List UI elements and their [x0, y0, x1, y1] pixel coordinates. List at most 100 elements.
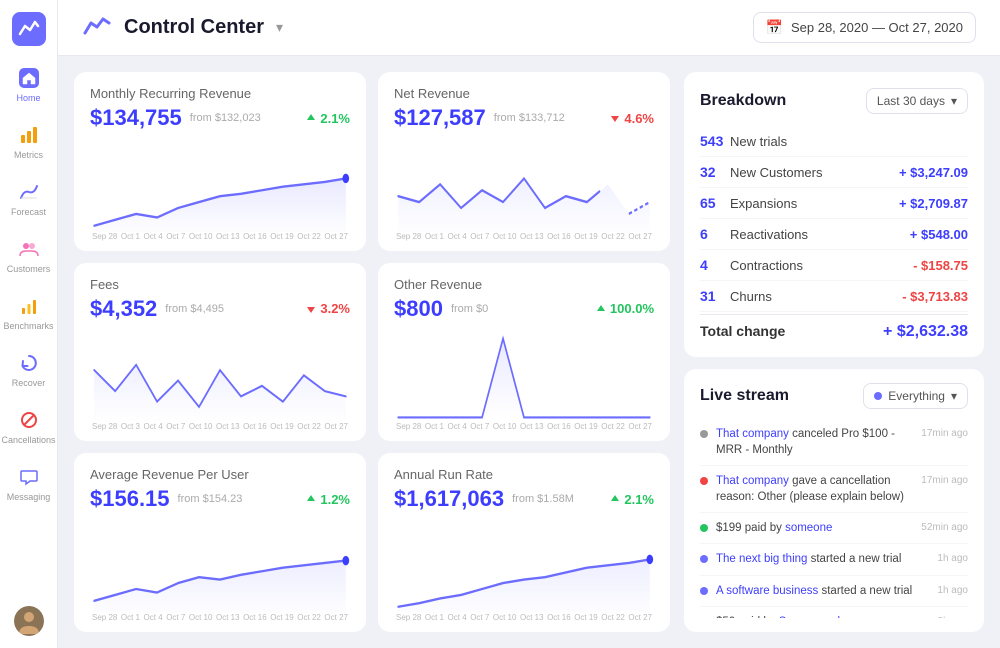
right-panel: Breakdown Last 30 days ▾ 543 New trials …: [684, 72, 984, 632]
bd-expansions-label: Expansions: [730, 196, 899, 211]
other-title: Other Revenue: [394, 277, 654, 292]
fees-title: Fees: [90, 277, 350, 292]
fees-x-labels: Sep 28Oct 3Oct 4Oct 7Oct 10Oct 13Oct 16O…: [90, 422, 350, 431]
event-time-6: 2h ago: [937, 616, 968, 618]
arpu-x-labels: Sep 28Oct 1Oct 4Oct 7Oct 10Oct 13Oct 16O…: [90, 613, 350, 622]
recover-icon: [17, 351, 41, 375]
sidebar-item-benchmarks[interactable]: Benchmarks: [4, 286, 54, 339]
customers-icon: [17, 237, 41, 261]
home-icon: [17, 66, 41, 90]
fees-from: from $4,495: [165, 303, 224, 315]
livestream-header: Live stream Everything ▾: [700, 383, 968, 409]
event-text-6: $50 paid by Someone else: [716, 614, 929, 618]
net-x-labels: Sep 28Oct 1Oct 4Oct 7Oct 10Oct 13Oct 16O…: [394, 232, 654, 241]
livestream-title: Live stream: [700, 387, 789, 405]
sidebar-item-metrics[interactable]: Metrics: [4, 115, 54, 168]
header: Control Center ▾ 📅 Sep 28, 2020 — Oct 27…: [58, 0, 1000, 56]
breakdown-row-customers: 32 New Customers + $3,247.09: [700, 157, 968, 188]
sidebar-item-cancellations[interactable]: Cancellations: [4, 400, 54, 453]
other-from: from $0: [451, 303, 488, 315]
breakdown-card: Breakdown Last 30 days ▾ 543 New trials …: [684, 72, 984, 357]
bd-reactivations-amount: + $548.00: [910, 227, 968, 242]
ls-event-4: The next big thing started a new trial 1…: [700, 544, 968, 575]
arr-from: from $1.58M: [512, 493, 574, 505]
event-link-6[interactable]: Someone else: [779, 616, 853, 618]
ls-event-1: That company canceled Pro $100 - MRR - M…: [700, 419, 968, 466]
messaging-icon: [17, 465, 41, 489]
arpu-from: from $154.23: [178, 493, 243, 505]
other-x-labels: Sep 28Oct 1Oct 4Oct 7Oct 10Oct 13Oct 16O…: [394, 422, 654, 431]
mrr-chart: [90, 137, 350, 232]
breakdown-row-contractions: 4 Contractions - $158.75: [700, 250, 968, 281]
event-dot-5: [700, 587, 708, 595]
cancellations-icon: [17, 408, 41, 432]
sidebar-item-recover[interactable]: Recover: [4, 343, 54, 396]
sidebar-item-messaging[interactable]: Messaging: [4, 457, 54, 510]
net-revenue-card: Net Revenue $127,587 from $133,712 4.6%: [378, 72, 670, 251]
bd-customers-num: 32: [700, 164, 730, 180]
event-link-5[interactable]: A software business: [716, 585, 818, 597]
fees-card: Fees $4,352 from $4,495 3.2%: [74, 263, 366, 442]
event-link-4[interactable]: The next big thing: [716, 553, 807, 565]
bd-expansions-num: 65: [700, 195, 730, 211]
sidebar-item-customers[interactable]: Customers: [4, 229, 54, 282]
event-time-2: 17min ago: [921, 475, 968, 486]
event-link-3[interactable]: someone: [785, 522, 832, 534]
user-avatar[interactable]: [14, 606, 44, 636]
title-chevron-icon[interactable]: ▾: [276, 19, 283, 36]
calendar-icon: 📅: [766, 19, 783, 36]
event-time-4: 1h ago: [937, 553, 968, 564]
bd-expansions-amount: + $2,709.87: [899, 196, 968, 211]
arr-chart: [394, 518, 654, 613]
arpu-value: $156.15: [90, 486, 170, 512]
mrr-from: from $132,023: [190, 112, 261, 124]
ls-event-6: $50 paid by Someone else 2h ago: [700, 607, 968, 618]
event-time-3: 52min ago: [921, 522, 968, 533]
mrr-value: $134,755: [90, 105, 182, 131]
livestream-dropdown[interactable]: Everything ▾: [863, 383, 968, 409]
sidebar-cancellations-label: Cancellations: [1, 435, 55, 445]
sidebar-recover-label: Recover: [12, 378, 46, 388]
sidebar-forecast-label: Forecast: [11, 207, 46, 217]
event-link-1[interactable]: That company: [716, 428, 789, 440]
page-title: Control Center: [124, 16, 264, 39]
sidebar-item-home[interactable]: Home: [4, 58, 54, 111]
content-area: Monthly Recurring Revenue $134,755 from …: [58, 56, 1000, 648]
bd-churns-label: Churns: [730, 289, 902, 304]
date-range-picker[interactable]: 📅 Sep 28, 2020 — Oct 27, 2020: [753, 12, 976, 43]
net-title: Net Revenue: [394, 86, 654, 101]
breakdown-chevron-icon: ▾: [951, 94, 957, 108]
ls-event-5: A software business started a new trial …: [700, 576, 968, 607]
benchmarks-icon: [17, 294, 41, 318]
event-link-2[interactable]: That company: [716, 475, 789, 487]
bd-reactivations-label: Reactivations: [730, 227, 910, 242]
fees-badge: 3.2%: [305, 301, 350, 316]
bd-trials-num: 543: [700, 133, 730, 149]
sidebar-customers-label: Customers: [7, 264, 51, 274]
breakdown-dropdown-label: Last 30 days: [877, 94, 945, 108]
fees-value: $4,352: [90, 296, 157, 322]
net-from: from $133,712: [494, 112, 565, 124]
total-label: Total change: [700, 323, 785, 341]
arpu-badge: 1.2%: [305, 492, 350, 507]
breakdown-dropdown[interactable]: Last 30 days ▾: [866, 88, 968, 114]
bd-contractions-num: 4: [700, 257, 730, 273]
livestream-card: Live stream Everything ▾ That company ca…: [684, 369, 984, 632]
arr-value: $1,617,063: [394, 486, 504, 512]
arpu-chart: [90, 518, 350, 613]
arr-title: Annual Run Rate: [394, 467, 654, 482]
sidebar-logo[interactable]: [12, 12, 46, 46]
ls-event-3: $199 paid by someone 52min ago: [700, 513, 968, 544]
bd-customers-amount: + $3,247.09: [899, 165, 968, 180]
event-text-4: The next big thing started a new trial: [716, 551, 929, 567]
other-badge: 100.0%: [595, 301, 654, 316]
event-dot-3: [700, 524, 708, 532]
breakdown-total: Total change + $2,632.38: [700, 314, 968, 341]
bd-churns-num: 31: [700, 288, 730, 304]
event-dot-4: [700, 555, 708, 563]
arr-x-labels: Sep 28Oct 1Oct 4Oct 7Oct 10Oct 13Oct 16O…: [394, 613, 654, 622]
net-badge: 4.6%: [609, 111, 654, 126]
other-value: $800: [394, 296, 443, 322]
sidebar-item-forecast[interactable]: Forecast: [4, 172, 54, 225]
bd-trials-label: New trials: [730, 134, 968, 149]
